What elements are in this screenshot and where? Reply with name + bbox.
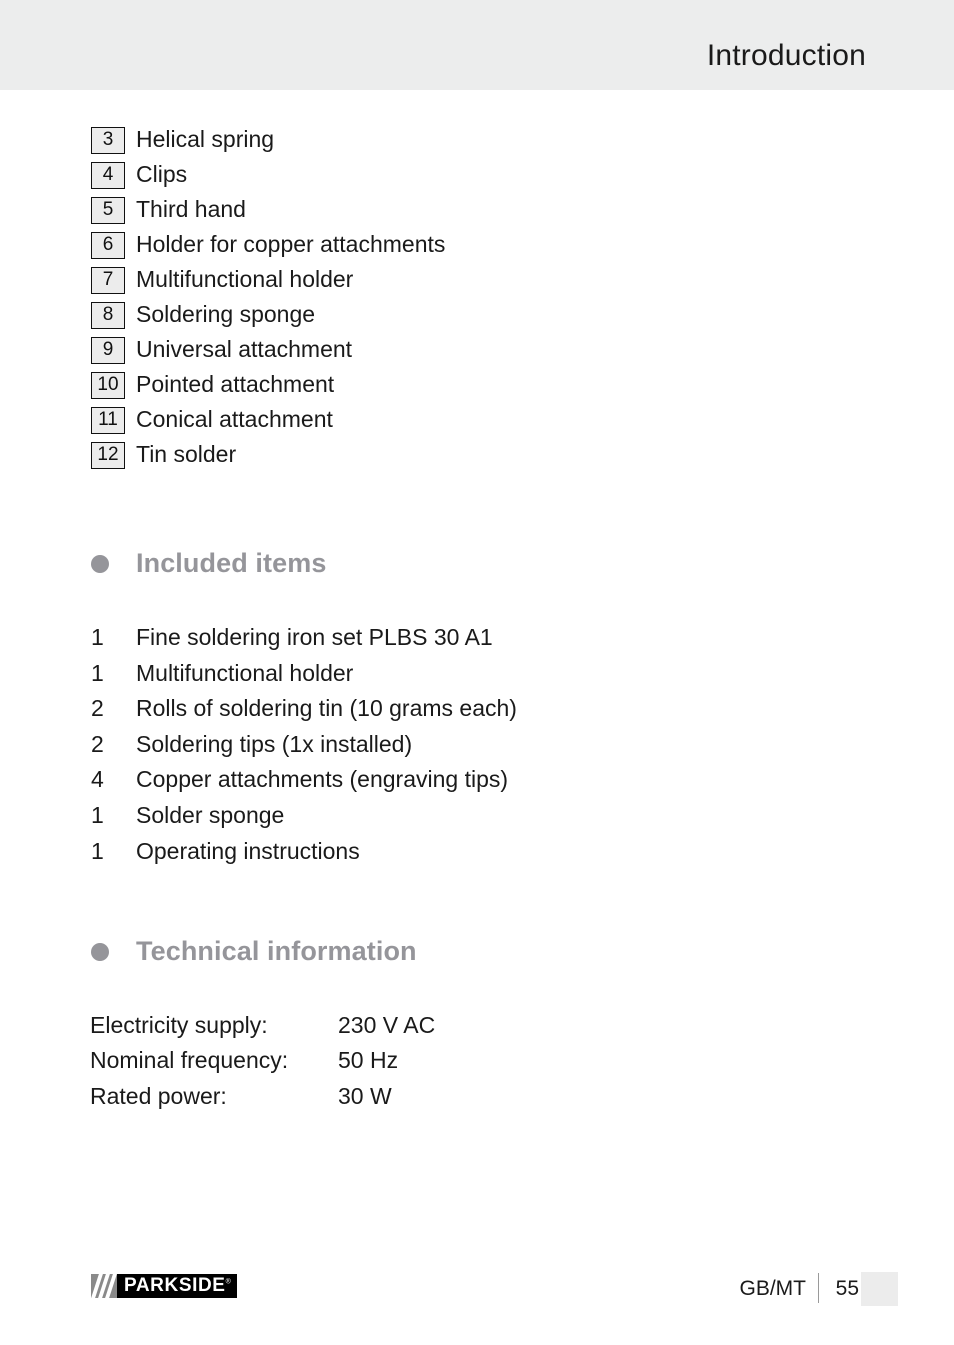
part-number-badge: 3 <box>91 127 125 154</box>
list-item: 7 Multifunctional holder <box>91 264 851 299</box>
item-quantity: 1 <box>91 837 104 864</box>
list-item: 1 Operating instructions <box>91 836 517 872</box>
list-item: 5 Third hand <box>91 194 851 229</box>
part-label: Conical attachment <box>136 406 333 432</box>
spec-label: Electricity supply: <box>90 1012 268 1038</box>
page-header-band: Introduction <box>0 0 954 90</box>
page-title: Introduction <box>706 39 866 72</box>
part-number-badge: 6 <box>91 232 125 259</box>
brand-name: PARKSIDE® <box>117 1274 238 1298</box>
part-number-badge: 12 <box>91 442 125 469</box>
technical-specs-table: Electricity supply: 230 V AC Nominal fre… <box>90 1010 435 1116</box>
parts-list: 3 Helical spring 4 Clips 5 Third hand 6 … <box>91 124 851 474</box>
part-number-badge: 8 <box>91 302 125 329</box>
part-label: Tin solder <box>136 441 237 467</box>
list-item: 4 Copper attachments (engraving tips) <box>91 764 517 800</box>
section-title: Included items <box>136 548 327 578</box>
item-quantity: 1 <box>91 801 104 828</box>
item-quantity: 2 <box>91 695 104 722</box>
spec-value: 50 Hz <box>338 1047 399 1074</box>
slashes-icon <box>91 1274 117 1298</box>
part-label: Clips <box>136 161 188 187</box>
item-quantity: 4 <box>91 766 104 793</box>
part-number-badge: 7 <box>91 267 125 294</box>
section-heading-technical-information: Technical information <box>91 936 417 967</box>
list-item: 9 Universal attachment <box>91 334 851 369</box>
item-quantity: 2 <box>91 730 104 757</box>
part-number-badge: 4 <box>91 162 125 189</box>
bullet-icon <box>91 554 109 573</box>
list-item: 3 Helical spring <box>91 124 851 159</box>
section-heading-included-items: Included items <box>91 548 326 579</box>
list-item: 2 Soldering tips (1x installed) <box>91 729 517 765</box>
item-label: Rolls of soldering tin (10 grams each) <box>136 695 517 722</box>
section-title: Technical information <box>136 936 417 966</box>
table-row: Electricity supply: 230 V AC <box>90 1010 435 1045</box>
item-quantity: 1 <box>91 624 104 650</box>
table-row: Nominal frequency: 50 Hz <box>90 1045 435 1080</box>
list-item: 6 Holder for copper attachments <box>91 229 851 264</box>
parkside-logo: PARKSIDE® <box>91 1274 238 1298</box>
list-item: 1 Fine soldering iron set PLBS 30 A1 <box>91 622 517 658</box>
list-item: 1 Multifunctional holder <box>91 658 517 694</box>
spec-value: 230 V AC <box>338 1012 436 1038</box>
part-label: Soldering sponge <box>136 301 316 327</box>
part-label: Holder for copper attachments <box>136 231 446 257</box>
bullet-icon <box>91 942 109 961</box>
list-item: 8 Soldering sponge <box>91 299 851 334</box>
page-number: 55 <box>835 1277 859 1300</box>
brand-name-text: PARKSIDE <box>124 1275 226 1296</box>
footer-marker-box <box>861 1272 898 1306</box>
part-number-badge: 10 <box>91 372 125 399</box>
included-items-list: 1 Fine soldering iron set PLBS 30 A1 1 M… <box>91 622 517 871</box>
item-label: Copper attachments (engraving tips) <box>136 766 509 793</box>
footer-divider <box>818 1273 819 1303</box>
item-label: Multifunctional holder <box>136 659 354 686</box>
footer-locale: GB/MT <box>739 1277 807 1300</box>
item-label: Solder sponge <box>136 801 285 828</box>
item-label: Fine soldering iron set PLBS 30 A1 <box>136 624 493 650</box>
spec-label: Nominal frequency: <box>90 1047 289 1074</box>
part-label: Multifunctional holder <box>136 266 354 292</box>
spec-label: Rated power: <box>90 1082 227 1109</box>
list-item: 12 Tin solder <box>91 439 851 474</box>
list-item: 4 Clips <box>91 159 851 194</box>
table-row: Rated power: 30 W <box>90 1081 435 1116</box>
list-item: 2 Rolls of soldering tin (10 grams each) <box>91 693 517 729</box>
part-number-badge: 9 <box>91 337 125 364</box>
item-quantity: 1 <box>91 659 104 686</box>
spec-value: 30 W <box>338 1082 392 1109</box>
part-label: Pointed attachment <box>136 371 335 397</box>
registered-trademark-icon: ® <box>225 1278 232 1286</box>
list-item: 1 Solder sponge <box>91 800 517 836</box>
item-label: Operating instructions <box>136 837 360 864</box>
list-item: 11 Conical attachment <box>91 404 851 439</box>
part-label: Helical spring <box>136 126 275 152</box>
part-number-badge: 5 <box>91 197 125 224</box>
list-item: 10 Pointed attachment <box>91 369 851 404</box>
part-number-badge: 11 <box>91 407 125 434</box>
part-label: Third hand <box>136 196 246 222</box>
part-label: Universal attachment <box>136 336 353 362</box>
item-label: Soldering tips (1x installed) <box>136 730 413 757</box>
